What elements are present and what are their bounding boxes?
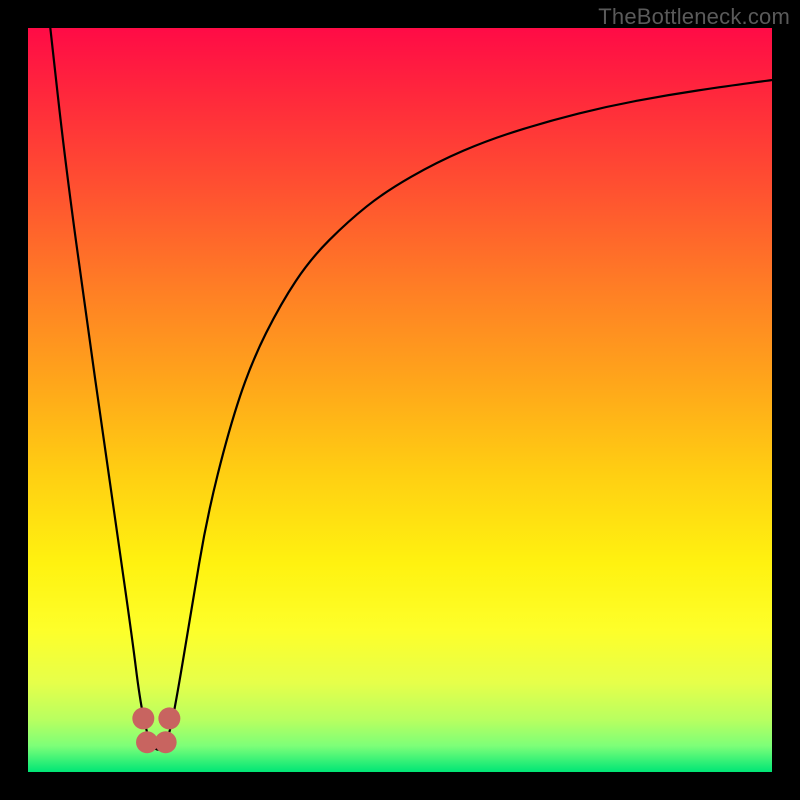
- bottleneck-curve: [50, 28, 772, 750]
- valley-dot-right-lower: [155, 731, 177, 753]
- valley-dot-right-upper: [158, 707, 180, 729]
- valley-dot-left-upper: [132, 707, 154, 729]
- watermark-text: TheBottleneck.com: [598, 4, 790, 30]
- plot-area: [28, 28, 772, 772]
- curve-layer: [28, 28, 772, 772]
- valley-markers: [132, 707, 180, 753]
- chart-frame: TheBottleneck.com: [0, 0, 800, 800]
